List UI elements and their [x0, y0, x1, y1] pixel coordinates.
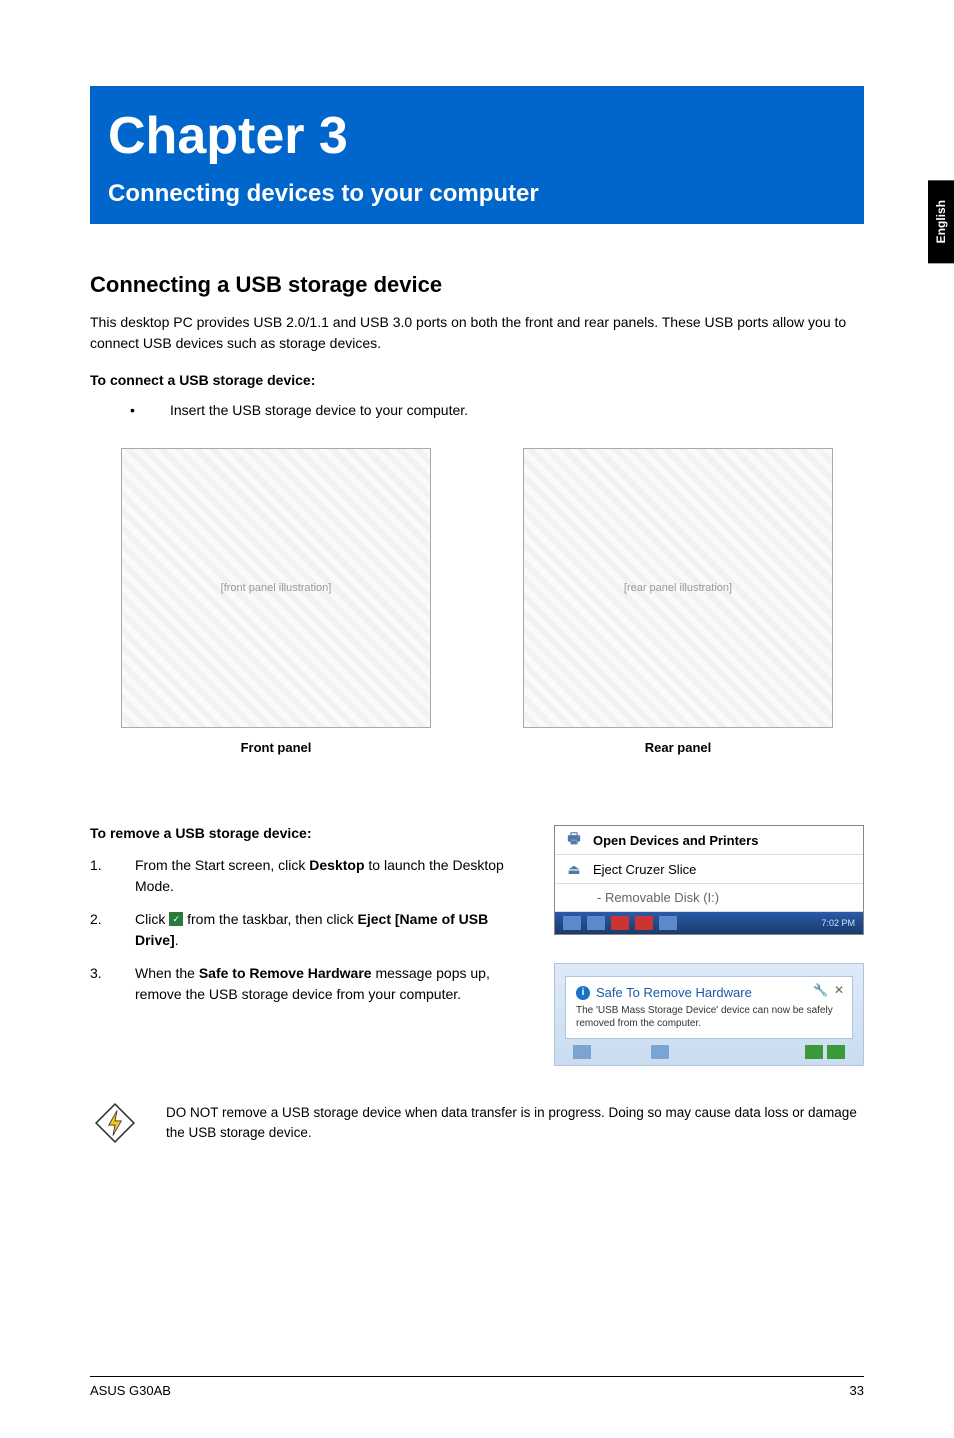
footer-page-number: 33: [850, 1383, 864, 1398]
tray-icon[interactable]: [805, 1045, 823, 1059]
open-devices-row[interactable]: 🖶 Open Devices and Printers: [555, 826, 863, 855]
open-devices-label: Open Devices and Printers: [593, 833, 758, 848]
bullet-item: • Insert the USB storage device to your …: [130, 402, 864, 418]
connect-heading: To connect a USB storage device:: [90, 372, 864, 388]
taskbar: 7:02 PM: [555, 912, 863, 934]
remove-heading: To remove a USB storage device:: [90, 825, 534, 841]
drive-icon: ⏏: [565, 861, 583, 877]
step-3: 3. When the Safe to Remove Hardware mess…: [90, 963, 534, 1005]
step3-pre: When the: [135, 965, 199, 981]
chapter-title: Chapter 3: [108, 106, 846, 166]
warning-box: DO NOT remove a USB storage device when …: [90, 1102, 864, 1144]
taskbar-icon[interactable]: [651, 1045, 669, 1059]
notification-title: Safe To Remove Hardware: [596, 985, 752, 1000]
step2-post: .: [175, 932, 179, 948]
section-heading: Connecting a USB storage device: [90, 272, 864, 298]
footer-model: ASUS G30AB: [90, 1383, 171, 1398]
step-2: 2. Click ✓ from the taskbar, then click …: [90, 909, 534, 951]
rear-panel-illustration: [rear panel illustration]: [523, 448, 833, 728]
taskbar-2: [565, 1039, 853, 1065]
bullet-marker: •: [130, 402, 170, 418]
step1-bold: Desktop: [309, 857, 364, 873]
eject-label: Eject Cruzer Slice: [593, 862, 696, 877]
taskbar-button[interactable]: [635, 916, 653, 930]
eject-menu-popup: 🖶 Open Devices and Printers ⏏ Eject Cruz…: [554, 825, 864, 935]
intro-text: This desktop PC provides USB 2.0/1.1 and…: [90, 312, 864, 354]
step-number: 1.: [90, 855, 135, 897]
step-number: 3.: [90, 963, 135, 1005]
page-footer: ASUS G30AB 33: [90, 1376, 864, 1398]
chapter-header: Chapter 3 Connecting devices to your com…: [90, 86, 864, 224]
front-panel-caption: Front panel: [90, 740, 462, 755]
eject-row[interactable]: ⏏ Eject Cruzer Slice: [555, 855, 863, 884]
step-number: 2.: [90, 909, 135, 951]
devices-icon: 🖶: [565, 832, 583, 848]
chapter-subtitle: Connecting devices to your computer: [108, 180, 846, 208]
taskbar-button[interactable]: [563, 916, 581, 930]
step2-pre: Click: [135, 911, 169, 927]
usb-tray-icon: ✓: [169, 912, 183, 926]
lightning-warning-icon: [94, 1102, 136, 1144]
info-icon: i: [576, 986, 590, 1000]
step-1: 1. From the Start screen, click Desktop …: [90, 855, 534, 897]
bullet-text: Insert the USB storage device to your co…: [170, 402, 468, 418]
warning-text: DO NOT remove a USB storage device when …: [166, 1103, 864, 1144]
taskbar-button[interactable]: [659, 916, 677, 930]
notification-controls: 🔧 ✕: [813, 983, 844, 997]
step1-pre: From the Start screen, click: [135, 857, 309, 873]
taskbar-icon[interactable]: [573, 1045, 591, 1059]
tray-icon[interactable]: [827, 1045, 845, 1059]
taskbar-button[interactable]: [611, 916, 629, 930]
removable-disk-row: - Removable Disk (I:): [555, 884, 863, 912]
taskbar-button[interactable]: [587, 916, 605, 930]
safe-remove-notification: 🔧 ✕ i Safe To Remove Hardware The 'USB M…: [554, 963, 864, 1066]
taskbar-time: 7:02 PM: [821, 918, 855, 928]
rear-panel-caption: Rear panel: [492, 740, 864, 755]
close-icon[interactable]: ✕: [834, 983, 844, 997]
notification-body: The 'USB Mass Storage Device' device can…: [576, 1004, 842, 1030]
step2-mid: from the taskbar, then click: [183, 911, 357, 927]
front-panel-illustration: [front panel illustration]: [121, 448, 431, 728]
wrench-icon[interactable]: 🔧: [813, 983, 828, 997]
step3-bold: Safe to Remove Hardware: [199, 965, 372, 981]
